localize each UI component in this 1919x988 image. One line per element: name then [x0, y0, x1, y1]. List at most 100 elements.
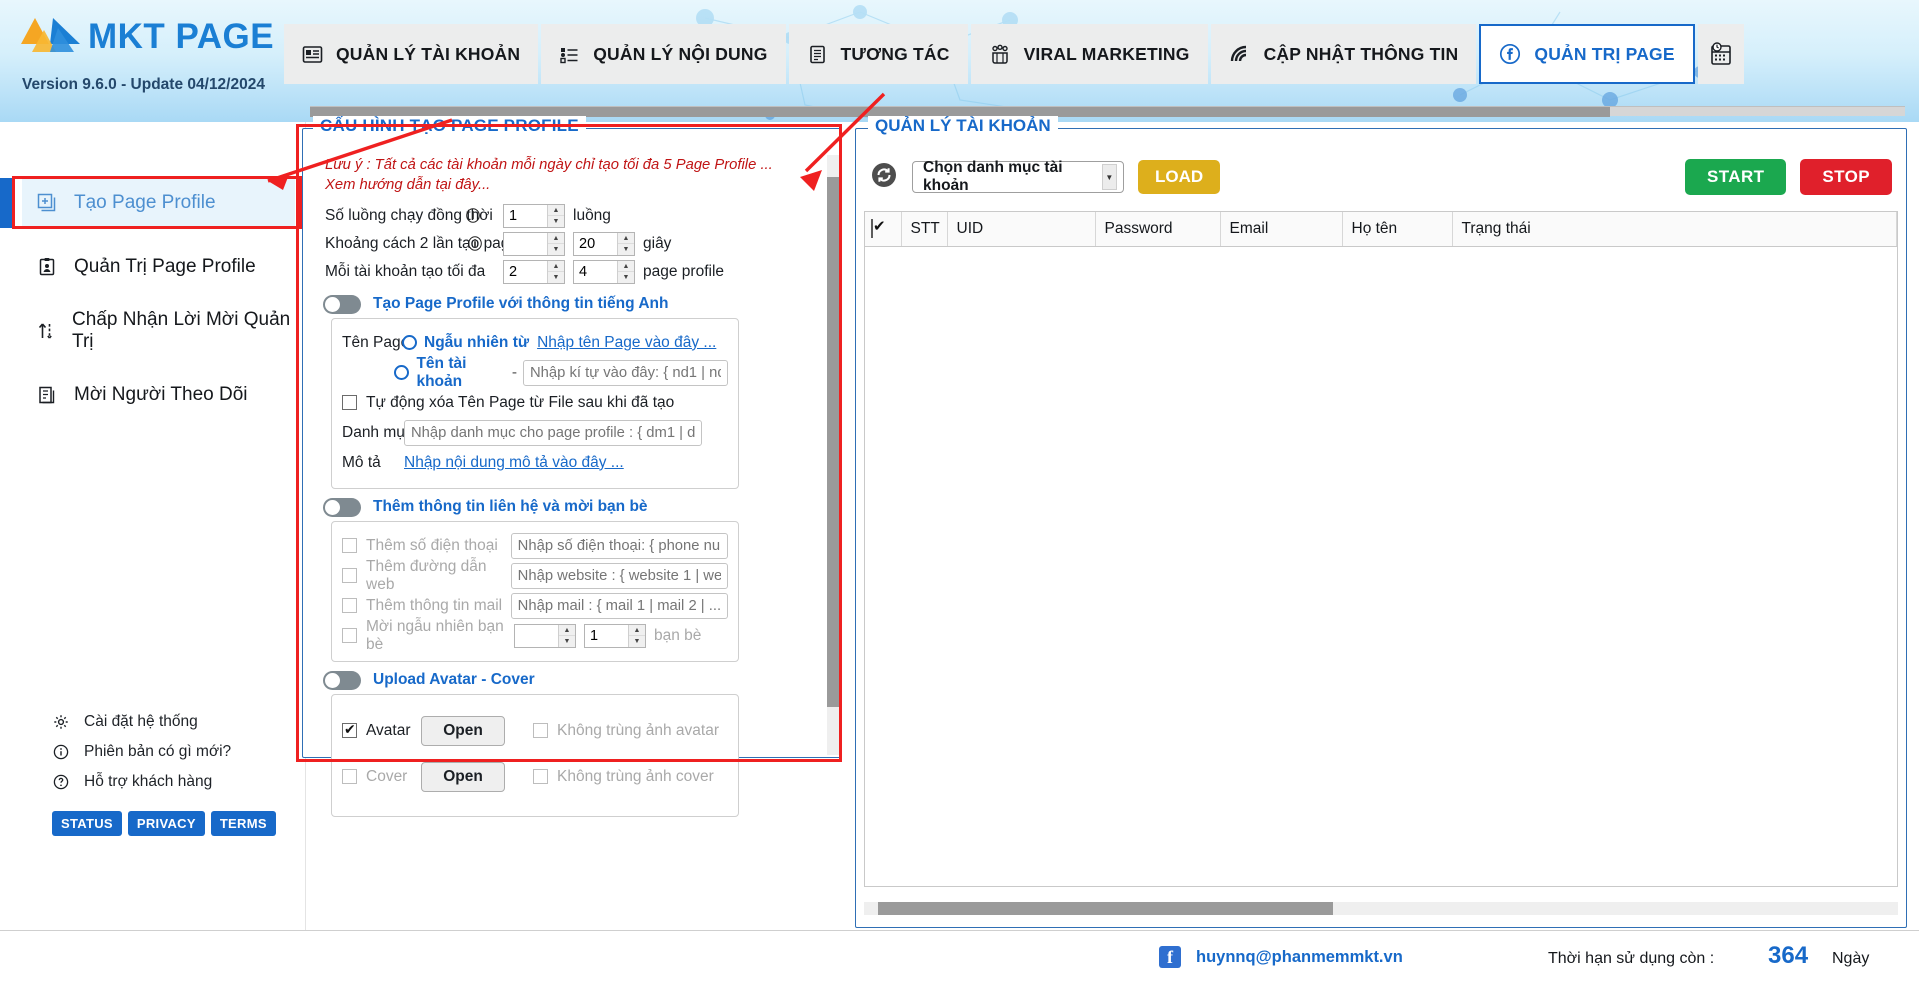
nav-item-quan-ly-noi-dung[interactable]: QUẢN LÝ NỘI DUNG [541, 24, 786, 84]
spinner-up[interactable]: ▲ [548, 261, 564, 273]
chevron-down-icon[interactable]: ▼ [1101, 164, 1117, 190]
spinner-down[interactable]: ▼ [618, 272, 634, 283]
avatar-open-button[interactable]: Open [421, 715, 505, 746]
nav-item-quan-tri-page[interactable]: QUẢN TRỊ PAGE [1479, 24, 1695, 84]
phone-input[interactable] [510, 532, 728, 559]
load-button[interactable]: LOAD [1138, 160, 1221, 194]
sidebar-item-phien-ban-co-gi-moi[interactable]: Phiên bản có gì mới? [52, 737, 306, 767]
help-icon[interactable]: ⓘ [468, 234, 482, 254]
spinner-arrows[interactable]: ▲ ▼ [617, 260, 634, 283]
spinner-down[interactable]: ▼ [548, 272, 564, 283]
spinner-up[interactable]: ▲ [629, 625, 645, 637]
delay-min-input[interactable] [504, 232, 547, 255]
spinner-arrows[interactable]: ▲ ▼ [628, 624, 645, 647]
threads-input[interactable] [504, 204, 547, 227]
spinner-down[interactable]: ▼ [629, 636, 645, 647]
account-category-select[interactable]: Chọn danh mục tài khoản ▼ [912, 159, 1124, 194]
spinner-up[interactable]: ▲ [559, 625, 575, 637]
cover-open-button[interactable]: Open [421, 761, 505, 792]
mail-input[interactable] [510, 592, 728, 619]
sidebar-item-cai-dat-he-thong[interactable]: Cài đặt hệ thống [52, 707, 306, 737]
max-max-input[interactable] [574, 260, 617, 283]
radio-ngau-nhien-tu[interactable] [402, 335, 417, 351]
toggle-contact-info[interactable] [323, 497, 361, 517]
nav-item-calendar[interactable] [1697, 24, 1744, 84]
invite-max-spinner[interactable]: ▲▼ [584, 623, 646, 648]
website-input[interactable] [510, 562, 728, 589]
select-all-checkbox[interactable] [871, 218, 873, 238]
toggle-english-info[interactable] [323, 294, 361, 314]
max-min-input[interactable] [504, 260, 547, 283]
status-pill[interactable]: STATUS [52, 811, 122, 836]
checkbox-add-website[interactable] [342, 568, 357, 584]
checkbox-cover[interactable] [342, 769, 357, 785]
terms-pill[interactable]: TERMS [210, 811, 276, 836]
spinner-arrows[interactable]: ▲ ▼ [547, 204, 564, 227]
sidebar-item-ho-tro-khach-hang[interactable]: Hỗ trợ khách hàng [52, 767, 306, 797]
support-email[interactable]: huynnq@phanmemmkt.vn [1196, 948, 1403, 967]
spinner-up[interactable]: ▲ [548, 233, 564, 245]
sidebar-item-chap-nhan-loi-moi-quan-tri[interactable]: Chấp Nhận Lời Mời Quản Trị [22, 306, 295, 356]
radio-ten-tai-khoan[interactable] [394, 365, 410, 381]
delay-max-input[interactable] [574, 232, 617, 255]
nav-item-cap-nhat-thong-tin[interactable]: CẬP NHẬT THÔNG TIN [1210, 24, 1477, 84]
account-chars-input[interactable] [523, 359, 728, 386]
column-password[interactable]: Password [1095, 212, 1221, 247]
top-horizontal-scrollbar[interactable] [310, 106, 1905, 117]
sidebar-item-tao-page-profile[interactable]: Tạo Page Profile [22, 178, 295, 228]
column-uid[interactable]: UID [947, 212, 1096, 247]
delay-max-spinner[interactable]: ▲▼ [573, 231, 635, 256]
checkbox-auto-delete[interactable] [342, 395, 357, 411]
checkbox-invite-friends[interactable] [342, 628, 357, 644]
scrollbar-thumb[interactable] [827, 177, 839, 707]
spinner-up[interactable]: ▲ [548, 205, 564, 217]
refresh-icon[interactable] [870, 161, 898, 194]
nav-item-tuong-tac[interactable]: TƯƠNG TÁC [788, 24, 968, 84]
config-note-line2[interactable]: Xem hướng dẫn tại đây... [325, 175, 813, 195]
nav-item-viral-marketing[interactable]: VIRAL MARKETING [970, 24, 1208, 84]
spinner-arrows[interactable]: ▲ ▼ [547, 232, 564, 255]
stop-button[interactable]: STOP [1800, 159, 1892, 195]
checkbox-add-mail[interactable] [342, 598, 357, 614]
help-icon[interactable]: ⓘ [466, 206, 480, 226]
invite-min-spinner[interactable]: ▲ ▼ [514, 623, 576, 648]
sidebar-item-moi-nguoi-theo-doi[interactable]: Mời Người Theo Dõi [22, 370, 295, 420]
scrollbar-thumb[interactable] [878, 902, 1333, 915]
spinner-arrows[interactable]: ▲ ▼ [547, 260, 564, 283]
toggle-upload-avatar-cover[interactable] [323, 670, 361, 690]
privacy-pill[interactable]: PRIVACY [127, 811, 205, 836]
facebook-icon[interactable]: f [1159, 946, 1181, 968]
spinner-down[interactable]: ▼ [548, 216, 564, 227]
invite-min-input[interactable] [515, 624, 558, 647]
page-name-file-link[interactable]: Nhập tên Page vào đây ... [537, 334, 716, 352]
column-trang-thai[interactable]: Trạng thái [1452, 212, 1897, 247]
checkbox-avatar-no-duplicate[interactable] [533, 723, 548, 739]
checkbox-avatar[interactable] [342, 721, 357, 739]
spinner-arrows[interactable]: ▲ ▼ [558, 624, 575, 647]
checkbox-add-phone[interactable] [342, 538, 357, 554]
spinner-up[interactable]: ▲ [618, 233, 634, 245]
spinner-down[interactable]: ▼ [548, 244, 564, 255]
max-max-spinner[interactable]: ▲▼ [573, 259, 635, 284]
spinner-down[interactable]: ▼ [559, 636, 575, 647]
checkbox-cover-no-duplicate[interactable] [533, 769, 548, 785]
config-vertical-scrollbar[interactable] [827, 155, 839, 755]
spinner-up[interactable]: ▲ [618, 261, 634, 273]
sidebar-item-quan-tri-page-profile[interactable]: Quản Trị Page Profile [22, 242, 295, 292]
spinner-down[interactable]: ▼ [618, 244, 634, 255]
account-table-horizontal-scrollbar[interactable] [864, 902, 1898, 915]
delay-min-spinner[interactable]: ▲ ▼ [503, 231, 565, 256]
column-stt[interactable]: STT [901, 212, 948, 247]
invite-max-input[interactable] [585, 624, 628, 647]
start-button[interactable]: START [1685, 159, 1787, 195]
threads-spinner[interactable]: ▲▼ [503, 203, 565, 228]
nav-item-quan-ly-tai-khoan[interactable]: QUẢN LÝ TÀI KHOẢN [284, 24, 539, 84]
category-input[interactable] [404, 419, 702, 446]
description-link[interactable]: Nhập nội dung mô tả vào đây ... [404, 454, 624, 472]
spinner-arrows[interactable]: ▲ ▼ [617, 232, 634, 255]
max-min-spinner[interactable]: ▲▼ [503, 259, 565, 284]
column-ho-ten[interactable]: Họ tên [1342, 212, 1453, 247]
select-all-header[interactable] [865, 212, 902, 247]
column-email[interactable]: Email [1220, 212, 1343, 247]
toggle-row-upload: Upload Avatar - Cover [323, 670, 813, 690]
